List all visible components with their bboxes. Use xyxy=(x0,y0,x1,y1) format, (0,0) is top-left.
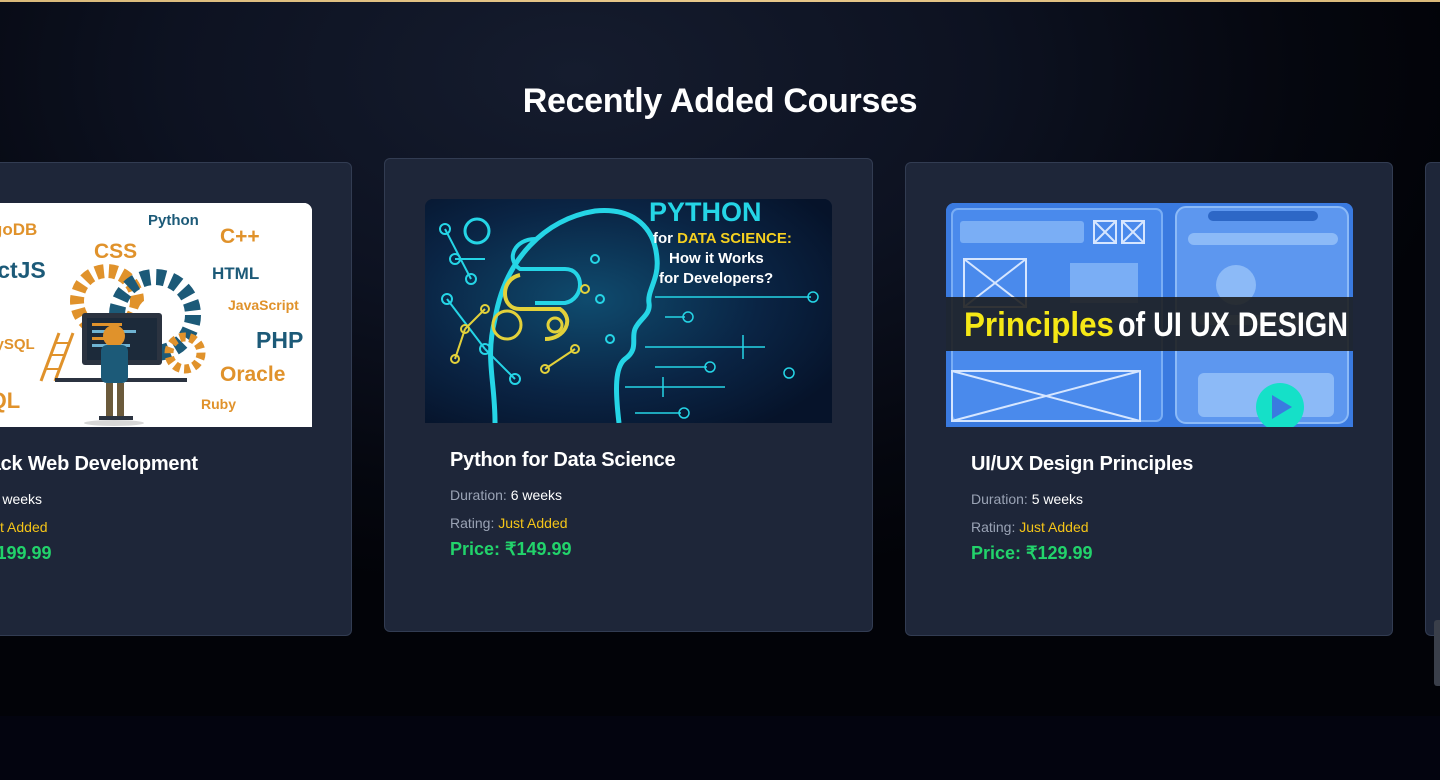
web-dev-illustration: MongoDB Python C++ CSS ReactJS HTML Java… xyxy=(0,203,312,427)
scroll-handle[interactable] xyxy=(1434,620,1440,686)
course-card-python[interactable]: PYTHON for DATA SCIENCE: How it Works fo… xyxy=(384,158,873,632)
image-word: DATA SCIENCE: xyxy=(677,230,792,247)
image-word: CSS xyxy=(94,240,137,263)
python-data-science-illustration: PYTHON for DATA SCIENCE: How it Works fo… xyxy=(425,199,832,423)
course-price: Price: ₹199.99 xyxy=(0,543,52,563)
image-word: Python xyxy=(148,212,199,229)
image-word: Oracle xyxy=(220,363,285,386)
rating-value: Just Added xyxy=(0,519,48,535)
course-thumbnail: MongoDB Python C++ CSS ReactJS HTML Java… xyxy=(0,203,312,427)
course-rating: Rating: Just Added xyxy=(450,515,568,531)
course-title[interactable]: Python for Data Science xyxy=(450,449,676,472)
course-price: Price: ₹149.99 xyxy=(450,539,572,559)
duration-value: 8 weeks xyxy=(0,491,43,507)
image-word: PYTHON xyxy=(649,199,762,227)
rating-value: Just Added xyxy=(498,515,568,531)
section-title: Recently Added Courses xyxy=(522,82,918,120)
rating-value: Just Added xyxy=(1019,519,1089,535)
recent-courses-section: Recently Added Courses MongoDB Python C+… xyxy=(0,2,1440,716)
course-title[interactable]: Full Stack Web Development xyxy=(0,453,198,476)
image-word: How it Works xyxy=(669,250,764,267)
image-word: ReactJS xyxy=(0,257,46,283)
course-price: Price: ₹129.99 xyxy=(971,543,1093,563)
image-word: HTML xyxy=(212,264,259,283)
course-duration: Duration: 6 weeks xyxy=(450,487,562,503)
image-word: for Developers? xyxy=(659,270,773,287)
course-rating: Rating: Just Added xyxy=(971,519,1089,535)
course-card-next[interactable] xyxy=(1425,162,1440,636)
rating-label: Rating: xyxy=(450,515,495,531)
duration-value: 6 weeks xyxy=(510,487,563,503)
image-word: SQL xyxy=(0,388,20,413)
course-duration: Duration: 8 weeks xyxy=(0,491,42,507)
course-title[interactable]: UI/UX Design Principles xyxy=(971,453,1193,476)
image-word: MySQL xyxy=(0,336,35,353)
duration-label: Duration: xyxy=(971,491,1028,507)
course-card-full-stack[interactable]: MongoDB Python C++ CSS ReactJS HTML Java… xyxy=(0,162,352,636)
image-word: for xyxy=(653,230,673,247)
image-word: PHP xyxy=(256,327,303,353)
course-thumbnail: Principles of UI UX DESIGN xyxy=(946,203,1353,427)
image-word: JavaScript xyxy=(228,297,299,313)
uiux-design-illustration: Principles of UI UX DESIGN xyxy=(946,203,1353,427)
rating-label: Rating: xyxy=(971,519,1016,535)
duration-label: Duration: xyxy=(450,487,507,503)
image-word: Principles xyxy=(964,306,1114,344)
image-word: Ruby xyxy=(201,396,236,412)
course-rating: Rating: Just Added xyxy=(0,519,48,535)
footer-band xyxy=(0,716,1440,780)
course-duration: Duration: 5 weeks xyxy=(971,491,1083,507)
course-card-uiux[interactable]: Principles of UI UX DESIGN UI/UX Design … xyxy=(905,162,1393,636)
image-word: C++ xyxy=(220,225,260,248)
image-word: MongoDB xyxy=(0,220,37,239)
course-thumbnail: PYTHON for DATA SCIENCE: How it Works fo… xyxy=(425,199,832,423)
duration-value: 5 weeks xyxy=(1031,491,1084,507)
image-word: of UI UX DESIGN xyxy=(1118,306,1348,344)
svg-text:for DATA SCIENCE:: for DATA SCIENCE: xyxy=(653,230,792,247)
